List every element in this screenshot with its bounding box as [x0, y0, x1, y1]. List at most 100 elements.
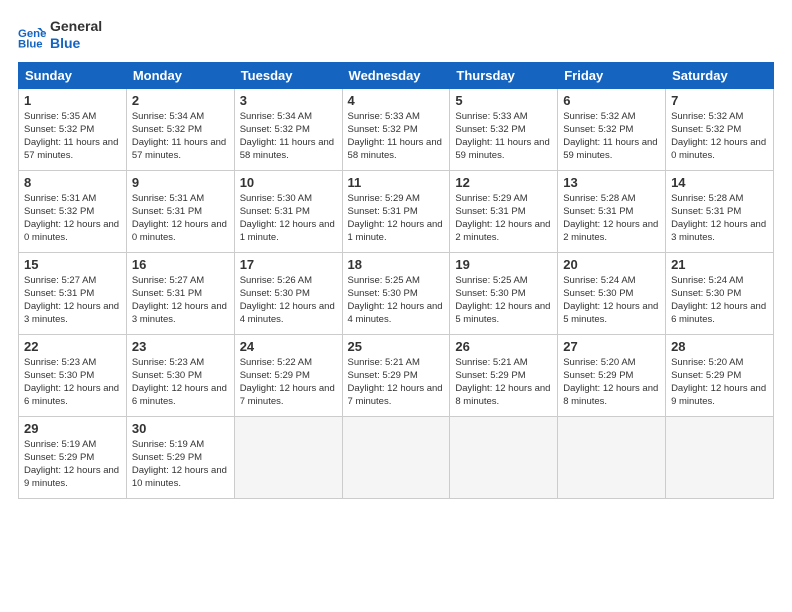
calendar-cell: 27 Sunrise: 5:20 AMSunset: 5:29 PMDayligh… — [558, 334, 666, 416]
cell-details: Sunrise: 5:29 AMSunset: 5:31 PMDaylight:… — [348, 192, 445, 245]
logo: General Blue General Blue — [18, 18, 102, 52]
cell-details: Sunrise: 5:26 AMSunset: 5:30 PMDaylight:… — [240, 274, 337, 327]
cell-details: Sunrise: 5:21 AMSunset: 5:29 PMDaylight:… — [455, 356, 552, 409]
cell-details: Sunrise: 5:27 AMSunset: 5:31 PMDaylight:… — [24, 274, 121, 327]
weekday-tuesday: Tuesday — [234, 62, 342, 88]
day-number: 17 — [240, 257, 337, 272]
day-number: 9 — [132, 175, 229, 190]
cell-details: Sunrise: 5:29 AMSunset: 5:31 PMDaylight:… — [455, 192, 552, 245]
calendar-cell: 12 Sunrise: 5:29 AMSunset: 5:31 PMDayligh… — [450, 170, 558, 252]
svg-text:Blue: Blue — [18, 38, 43, 49]
logo-blue: Blue — [50, 35, 102, 52]
day-number: 16 — [132, 257, 229, 272]
header: General Blue General Blue — [18, 18, 774, 52]
calendar-cell: 21 Sunrise: 5:24 AMSunset: 5:30 PMDayligh… — [666, 252, 774, 334]
cell-details: Sunrise: 5:25 AMSunset: 5:30 PMDaylight:… — [348, 274, 445, 327]
calendar-cell: 23Sunrise: 5:23 AMSunset: 5:30 PMDayligh… — [126, 334, 234, 416]
day-number: 26 — [455, 339, 552, 354]
calendar-cell: 7 Sunrise: 5:32 AMSunset: 5:32 PMDaylight… — [666, 88, 774, 170]
day-number: 21 — [671, 257, 768, 272]
calendar-cell — [558, 416, 666, 498]
calendar-table: SundayMondayTuesdayWednesdayThursdayFrid… — [18, 62, 774, 499]
day-number: 15 — [24, 257, 121, 272]
day-number: 7 — [671, 93, 768, 108]
calendar-cell: 24 Sunrise: 5:22 AMSunset: 5:29 PMDayligh… — [234, 334, 342, 416]
weekday-sunday: Sunday — [19, 62, 127, 88]
calendar-cell: 1 Sunrise: 5:35 AMSunset: 5:32 PMDaylight… — [19, 88, 127, 170]
week-row-3: 22 Sunrise: 5:23 AMSunset: 5:30 PMDayligh… — [19, 334, 774, 416]
calendar-cell: 15 Sunrise: 5:27 AMSunset: 5:31 PMDayligh… — [19, 252, 127, 334]
cell-details: Sunrise: 5:31 AMSunset: 5:32 PMDaylight:… — [24, 192, 121, 245]
day-number: 5 — [455, 93, 552, 108]
cell-details: Sunrise: 5:34 AMSunset: 5:32 PMDaylight:… — [132, 110, 229, 163]
calendar-cell — [450, 416, 558, 498]
cell-details: Sunrise: 5:27 AMSunset: 5:31 PMDaylight:… — [132, 274, 229, 327]
week-row-4: 29 Sunrise: 5:19 AMSunset: 5:29 PMDayligh… — [19, 416, 774, 498]
day-number: 6 — [563, 93, 660, 108]
calendar-cell: 9 Sunrise: 5:31 AMSunset: 5:31 PMDaylight… — [126, 170, 234, 252]
day-number: 1 — [24, 93, 121, 108]
cell-details: Sunrise: 5:20 AMSunset: 5:29 PMDaylight:… — [563, 356, 660, 409]
day-number: 12 — [455, 175, 552, 190]
weekday-monday: Monday — [126, 62, 234, 88]
day-number: 23 — [132, 339, 229, 354]
weekday-friday: Friday — [558, 62, 666, 88]
cell-details: Sunrise: 5:28 AMSunset: 5:31 PMDaylight:… — [563, 192, 660, 245]
calendar-cell: 17 Sunrise: 5:26 AMSunset: 5:30 PMDayligh… — [234, 252, 342, 334]
calendar-cell: 13Sunrise: 5:28 AMSunset: 5:31 PMDayligh… — [558, 170, 666, 252]
calendar-cell: 26 Sunrise: 5:21 AMSunset: 5:29 PMDayligh… — [450, 334, 558, 416]
page: General Blue General Blue SundayMondayTu… — [0, 0, 792, 509]
calendar-cell — [234, 416, 342, 498]
weekday-saturday: Saturday — [666, 62, 774, 88]
calendar-cell: 20 Sunrise: 5:24 AMSunset: 5:30 PMDayligh… — [558, 252, 666, 334]
calendar-cell: 14 Sunrise: 5:28 AMSunset: 5:31 PMDayligh… — [666, 170, 774, 252]
cell-details: Sunrise: 5:30 AMSunset: 5:31 PMDaylight:… — [240, 192, 337, 245]
calendar-cell: 16 Sunrise: 5:27 AMSunset: 5:31 PMDayligh… — [126, 252, 234, 334]
cell-details: Sunrise: 5:22 AMSunset: 5:29 PMDaylight:… — [240, 356, 337, 409]
day-number: 22 — [24, 339, 121, 354]
cell-details: Sunrise: 5:20 AMSunset: 5:29 PMDaylight:… — [671, 356, 768, 409]
cell-details: Sunrise: 5:19 AMSunset: 5:29 PMDaylight:… — [24, 438, 121, 491]
day-number: 29 — [24, 421, 121, 436]
day-number: 14 — [671, 175, 768, 190]
weekday-thursday: Thursday — [450, 62, 558, 88]
cell-details: Sunrise: 5:33 AMSunset: 5:32 PMDaylight:… — [348, 110, 445, 163]
day-number: 24 — [240, 339, 337, 354]
calendar-cell: 29 Sunrise: 5:19 AMSunset: 5:29 PMDayligh… — [19, 416, 127, 498]
cell-details: Sunrise: 5:19 AMSunset: 5:29 PMDaylight:… — [132, 438, 229, 491]
week-row-2: 15 Sunrise: 5:27 AMSunset: 5:31 PMDayligh… — [19, 252, 774, 334]
cell-details: Sunrise: 5:32 AMSunset: 5:32 PMDaylight:… — [671, 110, 768, 163]
calendar-cell: 6 Sunrise: 5:32 AMSunset: 5:32 PMDaylight… — [558, 88, 666, 170]
calendar-cell: 18 Sunrise: 5:25 AMSunset: 5:30 PMDayligh… — [342, 252, 450, 334]
calendar-cell: 4 Sunrise: 5:33 AMSunset: 5:32 PMDaylight… — [342, 88, 450, 170]
calendar-cell — [666, 416, 774, 498]
calendar-cell: 19 Sunrise: 5:25 AMSunset: 5:30 PMDayligh… — [450, 252, 558, 334]
cell-details: Sunrise: 5:33 AMSunset: 5:32 PMDaylight:… — [455, 110, 552, 163]
day-number: 2 — [132, 93, 229, 108]
cell-details: Sunrise: 5:23 AMSunset: 5:30 PMDaylight:… — [24, 356, 121, 409]
calendar-cell: 5 Sunrise: 5:33 AMSunset: 5:32 PMDaylight… — [450, 88, 558, 170]
day-number: 11 — [348, 175, 445, 190]
calendar-cell: 25Sunrise: 5:21 AMSunset: 5:29 PMDayligh… — [342, 334, 450, 416]
cell-details: Sunrise: 5:32 AMSunset: 5:32 PMDaylight:… — [563, 110, 660, 163]
calendar-cell: 3Sunrise: 5:34 AMSunset: 5:32 PMDaylight… — [234, 88, 342, 170]
calendar-cell: 2 Sunrise: 5:34 AMSunset: 5:32 PMDaylight… — [126, 88, 234, 170]
cell-details: Sunrise: 5:31 AMSunset: 5:31 PMDaylight:… — [132, 192, 229, 245]
cell-details: Sunrise: 5:25 AMSunset: 5:30 PMDaylight:… — [455, 274, 552, 327]
cell-details: Sunrise: 5:24 AMSunset: 5:30 PMDaylight:… — [563, 274, 660, 327]
cell-details: Sunrise: 5:21 AMSunset: 5:29 PMDaylight:… — [348, 356, 445, 409]
cell-details: Sunrise: 5:35 AMSunset: 5:32 PMDaylight:… — [24, 110, 121, 163]
calendar-cell: 22 Sunrise: 5:23 AMSunset: 5:30 PMDayligh… — [19, 334, 127, 416]
calendar-cell: 8Sunrise: 5:31 AMSunset: 5:32 PMDaylight… — [19, 170, 127, 252]
weekday-wednesday: Wednesday — [342, 62, 450, 88]
calendar-cell: 28Sunrise: 5:20 AMSunset: 5:29 PMDayligh… — [666, 334, 774, 416]
day-number: 4 — [348, 93, 445, 108]
day-number: 27 — [563, 339, 660, 354]
day-number: 19 — [455, 257, 552, 272]
cell-details: Sunrise: 5:28 AMSunset: 5:31 PMDaylight:… — [671, 192, 768, 245]
day-number: 18 — [348, 257, 445, 272]
day-number: 10 — [240, 175, 337, 190]
day-number: 20 — [563, 257, 660, 272]
cell-details: Sunrise: 5:24 AMSunset: 5:30 PMDaylight:… — [671, 274, 768, 327]
weekday-header-row: SundayMondayTuesdayWednesdayThursdayFrid… — [19, 62, 774, 88]
